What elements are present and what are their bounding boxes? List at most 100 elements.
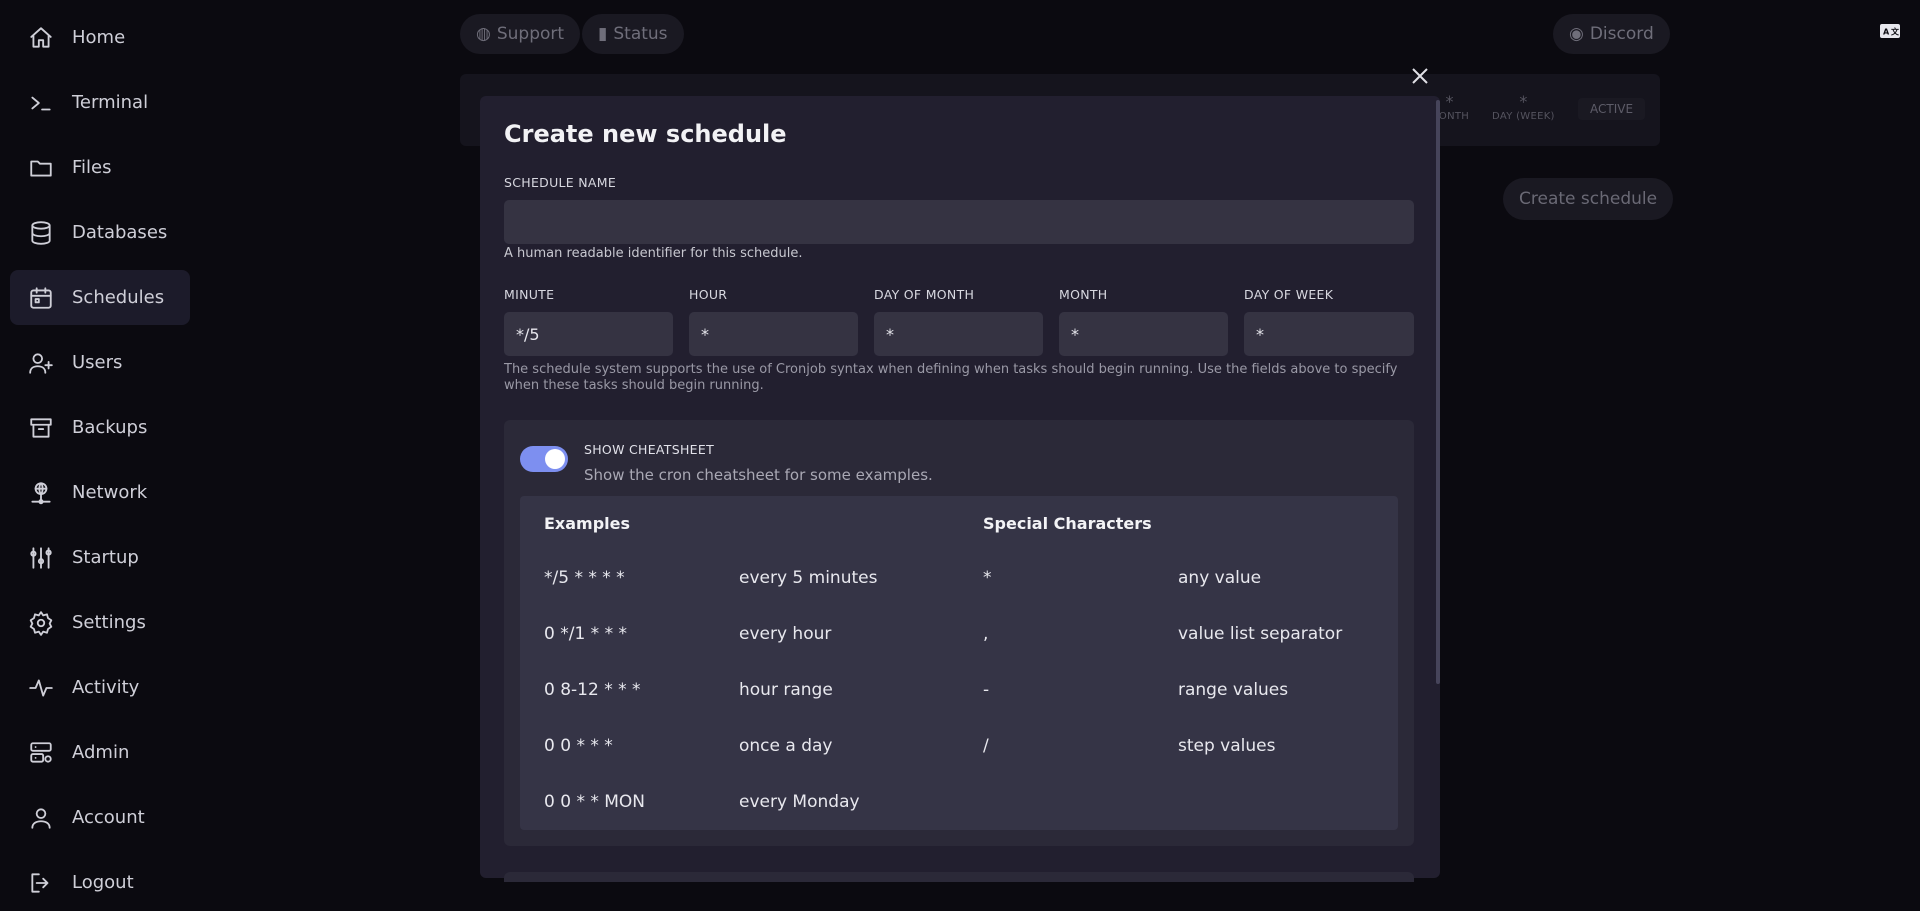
- sidebar-item-label: Activity: [72, 677, 140, 698]
- hour-input[interactable]: [689, 312, 858, 356]
- example-expression: 0 8-12 * * *: [544, 680, 641, 700]
- toggle-knob: [545, 449, 565, 469]
- discord-icon: ◉: [1569, 24, 1584, 44]
- modal-scrollbar[interactable]: [1436, 100, 1440, 684]
- database-icon: [31, 220, 51, 245]
- discord-button[interactable]: ◉ Discord: [1553, 14, 1670, 54]
- close-icon: [1412, 68, 1428, 84]
- create-schedule-button[interactable]: Create schedule: [1503, 178, 1674, 220]
- sidebar-item-label: Databases: [72, 222, 168, 243]
- sidebar-item-startup[interactable]: Startup: [10, 530, 190, 585]
- sidebar-item-activity[interactable]: Activity: [10, 660, 190, 715]
- sidebar-item-schedules[interactable]: Schedules: [10, 270, 190, 325]
- modal-title: Create new schedule: [504, 120, 787, 148]
- month-label: MONTH: [1059, 287, 1108, 302]
- example-description: every hour: [739, 624, 832, 644]
- sidebar-item-logout[interactable]: Logout: [10, 855, 190, 910]
- translate-icon[interactable]: A 文: [1880, 24, 1900, 38]
- sidebar-item-label: Network: [72, 482, 148, 503]
- create-schedule-modal: Create new schedule SCHEDULE NAME A huma…: [480, 96, 1440, 878]
- cheatsheet-toggle-description: Show the cron cheatsheet for some exampl…: [584, 466, 933, 484]
- hour-label: HOUR: [689, 287, 728, 302]
- special-characters-heading: Special Characters: [983, 514, 1152, 533]
- sidebar-item-label: Logout: [72, 872, 134, 893]
- gear-icon: [29, 610, 53, 636]
- sidebar-item-databases[interactable]: Databases: [10, 205, 190, 260]
- sidebar-item-label: Users: [72, 352, 123, 373]
- special-character: ,: [983, 624, 989, 644]
- minute-input[interactable]: [504, 312, 673, 356]
- special-character-description: any value: [1178, 568, 1262, 588]
- sidebar-item-label: Backups: [72, 417, 148, 438]
- logout-icon: [31, 872, 49, 893]
- lifebuoy-icon: ◍: [476, 24, 491, 44]
- home-icon: [30, 26, 52, 48]
- sidebar: Home Terminal Files Databases Schedules …: [0, 0, 200, 911]
- schedule-name-input[interactable]: [504, 200, 1414, 244]
- close-modal-button[interactable]: [1406, 62, 1434, 90]
- sidebar-item-label: Terminal: [72, 92, 149, 113]
- cheatsheet-table: Examples Special Characters */5 * * * * …: [520, 496, 1398, 830]
- sidebar-item-files[interactable]: Files: [10, 140, 190, 195]
- example-expression: 0 0 * * MON: [544, 792, 646, 812]
- sliders-icon: [30, 546, 52, 569]
- schedule-name-label: SCHEDULE NAME: [504, 175, 617, 190]
- day-of-month-input[interactable]: [874, 312, 1043, 356]
- special-character: -: [983, 680, 990, 700]
- examples-heading: Examples: [544, 514, 631, 533]
- day-of-week-input[interactable]: [1244, 312, 1414, 356]
- sidebar-item-label: Account: [72, 807, 145, 828]
- example-description: hour range: [739, 680, 833, 700]
- network-icon: [31, 481, 51, 504]
- svg-text:文: 文: [1891, 27, 1900, 37]
- minute-label: MINUTE: [504, 287, 555, 302]
- day-of-month-label: DAY OF MONTH: [874, 287, 975, 302]
- cheatsheet-toggle-title: SHOW CHEATSHEET: [584, 442, 715, 457]
- special-character: *: [983, 568, 992, 588]
- example-description: once a day: [739, 736, 833, 756]
- support-button[interactable]: ◍ Support: [460, 14, 581, 54]
- calendar-icon: [30, 286, 52, 309]
- sidebar-item-label: Files: [72, 157, 112, 178]
- sidebar-item-label: Admin: [72, 742, 130, 763]
- example-expression: */5 * * * *: [544, 568, 625, 588]
- sidebar-item-label: Settings: [72, 612, 146, 633]
- special-character-description: step values: [1178, 736, 1276, 756]
- sidebar-item-backups[interactable]: Backups: [10, 400, 190, 455]
- example-expression: 0 */1 * * *: [544, 624, 627, 644]
- sidebar-item-account[interactable]: Account: [10, 790, 190, 845]
- status-button[interactable]: ▮ Status: [582, 14, 684, 54]
- example-description: every 5 minutes: [739, 568, 878, 588]
- special-character-description: value list separator: [1178, 624, 1343, 644]
- sidebar-item-home[interactable]: Home: [10, 10, 190, 65]
- sidebar-item-label: Startup: [72, 547, 139, 568]
- archive-icon: [30, 417, 52, 438]
- next-section-edge: [504, 872, 1414, 882]
- sidebar-item-users[interactable]: Users: [10, 335, 190, 390]
- sidebar-item-label: Schedules: [72, 287, 165, 308]
- terminal-icon: [31, 96, 51, 110]
- user-icon: [31, 807, 51, 829]
- svg-text:A: A: [1883, 28, 1890, 37]
- users-icon: [29, 352, 53, 374]
- sidebar-item-terminal[interactable]: Terminal: [10, 75, 190, 130]
- bar-chart-icon: ▮: [598, 24, 608, 44]
- schedule-name-help: A human readable identifier for this sch…: [504, 246, 803, 261]
- status-badge: ACTIVE: [1578, 98, 1646, 120]
- month-input[interactable]: [1059, 312, 1228, 356]
- sidebar-item-label: Home: [72, 27, 126, 48]
- cheatsheet-panel: SHOW CHEATSHEET Show the cron cheatsheet…: [504, 420, 1414, 846]
- example-expression: 0 0 * * *: [544, 736, 613, 756]
- sidebar-item-network[interactable]: Network: [10, 465, 190, 520]
- cheatsheet-toggle[interactable]: [520, 446, 568, 472]
- special-character-description: range values: [1178, 680, 1289, 700]
- example-description: every Monday: [739, 792, 860, 812]
- sidebar-item-admin[interactable]: Admin: [10, 725, 190, 780]
- folder-icon: [30, 160, 52, 177]
- cron-help: The schedule system supports the use of …: [504, 362, 1398, 393]
- special-character: /: [983, 736, 989, 756]
- server-cog-icon: [30, 741, 52, 763]
- activity-icon: [29, 678, 53, 697]
- day-of-week-label: DAY OF WEEK: [1244, 287, 1334, 302]
- sidebar-item-settings[interactable]: Settings: [10, 595, 190, 650]
